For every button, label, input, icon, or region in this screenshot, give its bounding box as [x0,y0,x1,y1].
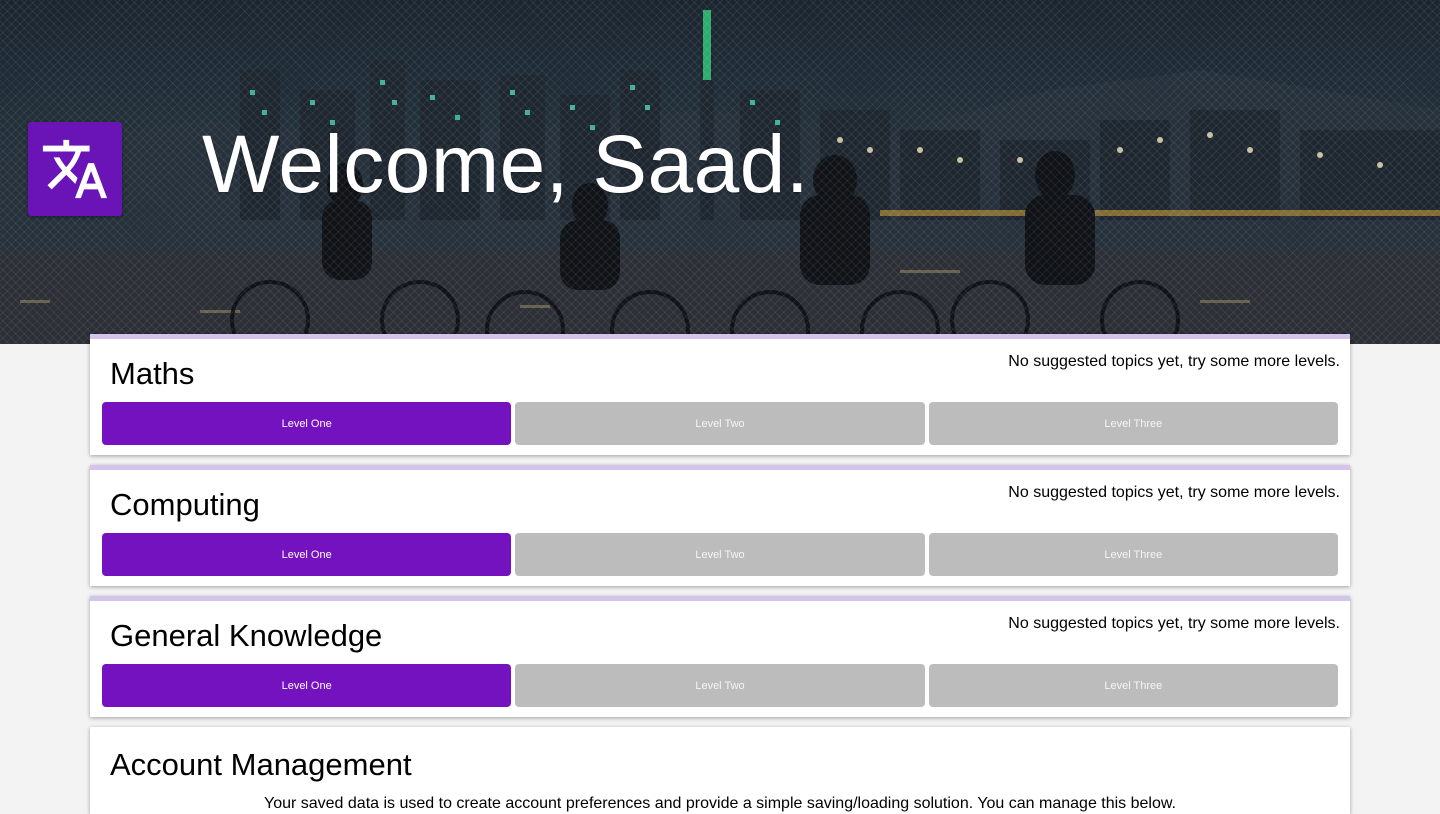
subject-card-maths: Maths No suggested topics yet, try some … [90,334,1350,455]
level-two-button[interactable]: Level Two [515,533,925,576]
level-buttons: Level One Level Two Level Three [102,533,1338,576]
level-three-button[interactable]: Level Three [928,402,1338,445]
welcome-heading: Welcome, Saad. [202,119,810,210]
account-management-card: Account Management Your saved data is us… [90,727,1350,814]
subject-title: Computing [110,487,260,522]
level-one-button[interactable]: Level One [102,533,512,576]
level-buttons: Level One Level Two Level Three [102,402,1338,445]
app-logo[interactable] [28,122,122,216]
level-two-button[interactable]: Level Two [515,402,925,445]
subject-card-computing: Computing No suggested topics yet, try s… [90,465,1350,586]
level-one-button[interactable]: Level One [102,402,512,445]
subject-card-general-knowledge: General Knowledge No suggested topics ye… [90,596,1350,717]
suggested-topics-note: No suggested topics yet, try some more l… [1008,615,1340,632]
account-description: Your saved data is used to create accoun… [263,795,1176,812]
account-title: Account Management [110,747,412,782]
level-three-button[interactable]: Level Three [928,664,1338,707]
suggested-topics-note: No suggested topics yet, try some more l… [1008,353,1340,370]
level-three-button[interactable]: Level Three [928,533,1338,576]
level-buttons: Level One Level Two Level Three [102,664,1338,707]
translate-icon [42,139,108,199]
level-two-button[interactable]: Level Two [515,664,925,707]
hero-banner: Welcome, Saad. [0,0,1440,344]
subject-title: Maths [110,356,195,391]
subject-title: General Knowledge [110,618,383,653]
suggested-topics-note: No suggested topics yet, try some more l… [1008,484,1340,501]
level-one-button[interactable]: Level One [102,664,512,707]
